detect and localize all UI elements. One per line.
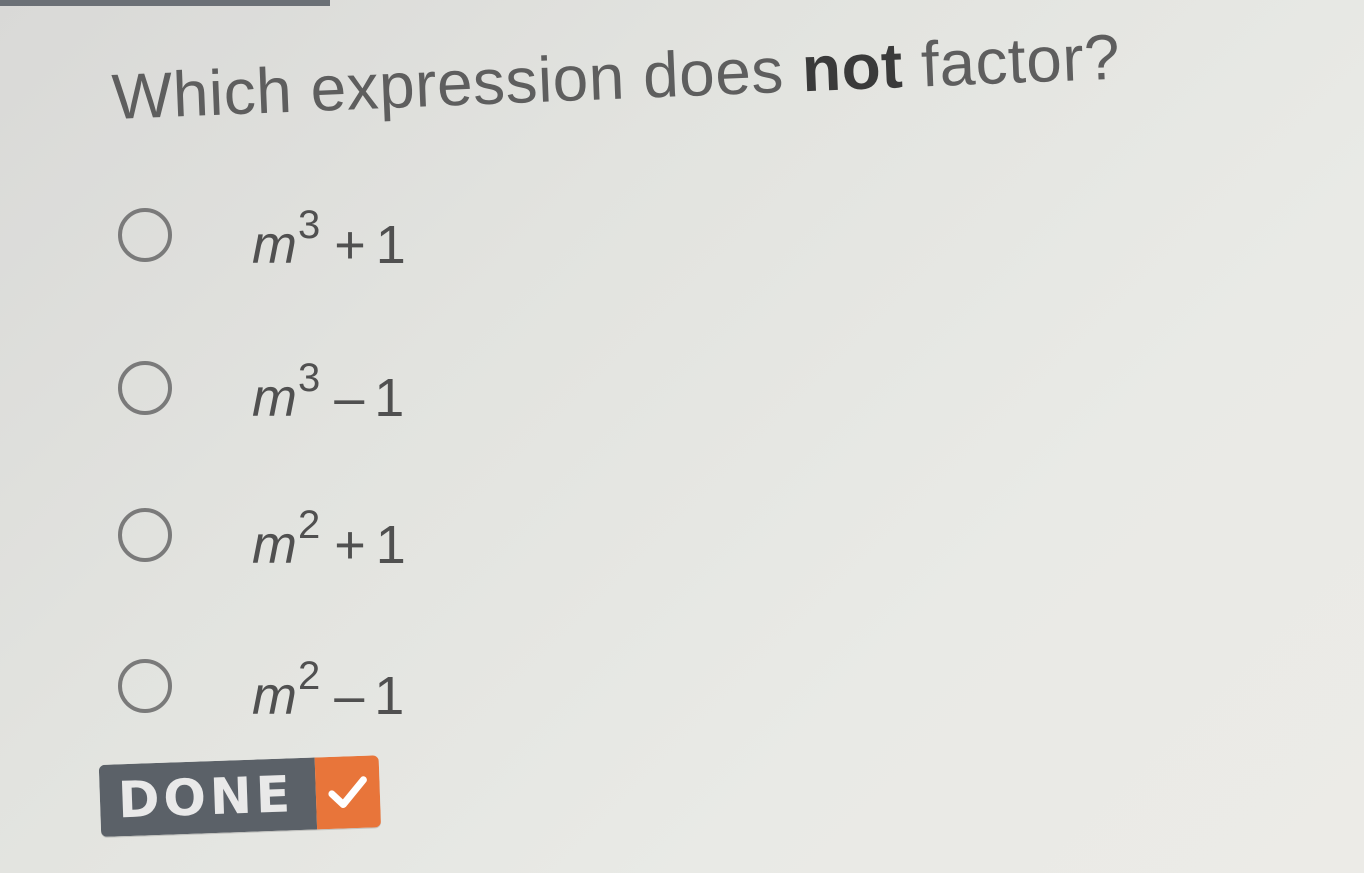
option-3-expression: m2 +1 <box>252 505 406 575</box>
done-button[interactable]: DONE <box>98 755 382 837</box>
expression-operator: – <box>334 666 365 726</box>
expression-constant: 1 <box>374 368 405 428</box>
answer-options: m3 +1 m3–1 m2 +1 m2–1 <box>0 0 1364 873</box>
option-2[interactable]: m3–1 <box>118 358 404 425</box>
expression-base: m <box>252 515 297 575</box>
option-4[interactable]: m2–1 <box>118 656 404 723</box>
radio-button[interactable] <box>118 361 172 415</box>
expression-operator: + <box>334 215 366 275</box>
option-2-expression: m3–1 <box>252 358 405 428</box>
expression-base: m <box>252 215 297 275</box>
expression-operator: + <box>334 515 366 575</box>
option-1[interactable]: m3 +1 <box>118 205 406 272</box>
checkmark-icon <box>314 755 382 830</box>
expression-exponent: 3 <box>297 356 321 400</box>
checkmark-glyph <box>328 776 367 809</box>
expression-constant: 1 <box>374 666 405 726</box>
option-1-expression: m3 +1 <box>252 205 406 275</box>
option-3[interactable]: m2 +1 <box>118 505 406 572</box>
expression-constant: 1 <box>375 215 406 275</box>
expression-exponent: 2 <box>297 654 321 698</box>
expression-exponent: 2 <box>297 503 321 547</box>
radio-button[interactable] <box>118 208 172 262</box>
expression-base: m <box>252 666 297 726</box>
expression-exponent: 3 <box>297 203 321 247</box>
radio-button[interactable] <box>118 508 172 562</box>
done-button-label: DONE <box>98 757 318 837</box>
expression-constant: 1 <box>375 515 406 575</box>
expression-operator: – <box>334 368 365 428</box>
expression-base: m <box>252 368 297 428</box>
option-4-expression: m2–1 <box>252 656 405 726</box>
radio-button[interactable] <box>118 659 172 713</box>
